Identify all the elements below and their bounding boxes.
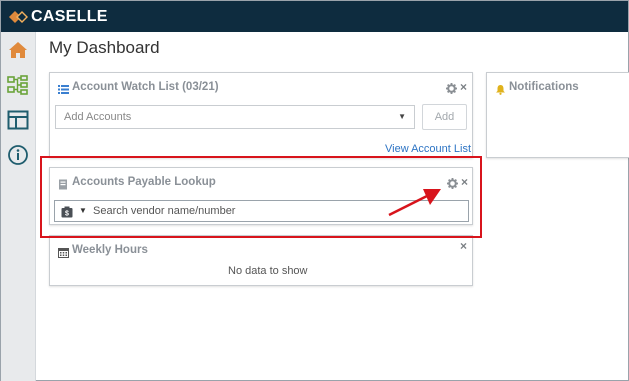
notifications-widget: Notifications	[486, 72, 629, 158]
calendar-icon	[58, 245, 69, 258]
top-bar: CASELLE	[1, 1, 628, 32]
bell-icon	[495, 82, 506, 95]
account-watch-list-widget: Account Watch List (03/21) × Add Account…	[49, 72, 473, 158]
view-account-list-link[interactable]: View Account List	[385, 143, 471, 155]
weekly-hours-widget: Weekly Hours × No data to show	[49, 235, 473, 286]
close-icon[interactable]: ×	[460, 240, 467, 252]
caselle-logo[interactable]: CASELLE	[9, 8, 108, 26]
close-icon[interactable]: ×	[460, 81, 467, 93]
annotation-arrow-icon	[388, 189, 441, 217]
add-button[interactable]: Add	[422, 104, 467, 130]
caselle-logo-icon	[9, 9, 29, 25]
empty-state-text: No data to show	[228, 265, 308, 277]
widget-title: Notifications	[509, 81, 579, 93]
layout-icon[interactable]	[6, 108, 30, 132]
caret-down-icon: ▼	[398, 112, 406, 121]
gear-icon[interactable]	[446, 81, 457, 94]
select-placeholder: Add Accounts	[64, 111, 132, 123]
widget-title: Account Watch List (03/21)	[72, 81, 219, 93]
add-accounts-select[interactable]: Add Accounts ▼	[55, 105, 415, 129]
widget-title: Weekly Hours	[72, 244, 148, 256]
org-chart-icon[interactable]	[6, 73, 30, 97]
brand-name: CASELLE	[31, 8, 108, 25]
home-icon[interactable]	[6, 38, 30, 62]
page-title: My Dashboard	[49, 38, 160, 57]
info-icon[interactable]	[6, 143, 30, 167]
sidebar	[1, 32, 36, 381]
list-icon	[58, 82, 69, 94]
